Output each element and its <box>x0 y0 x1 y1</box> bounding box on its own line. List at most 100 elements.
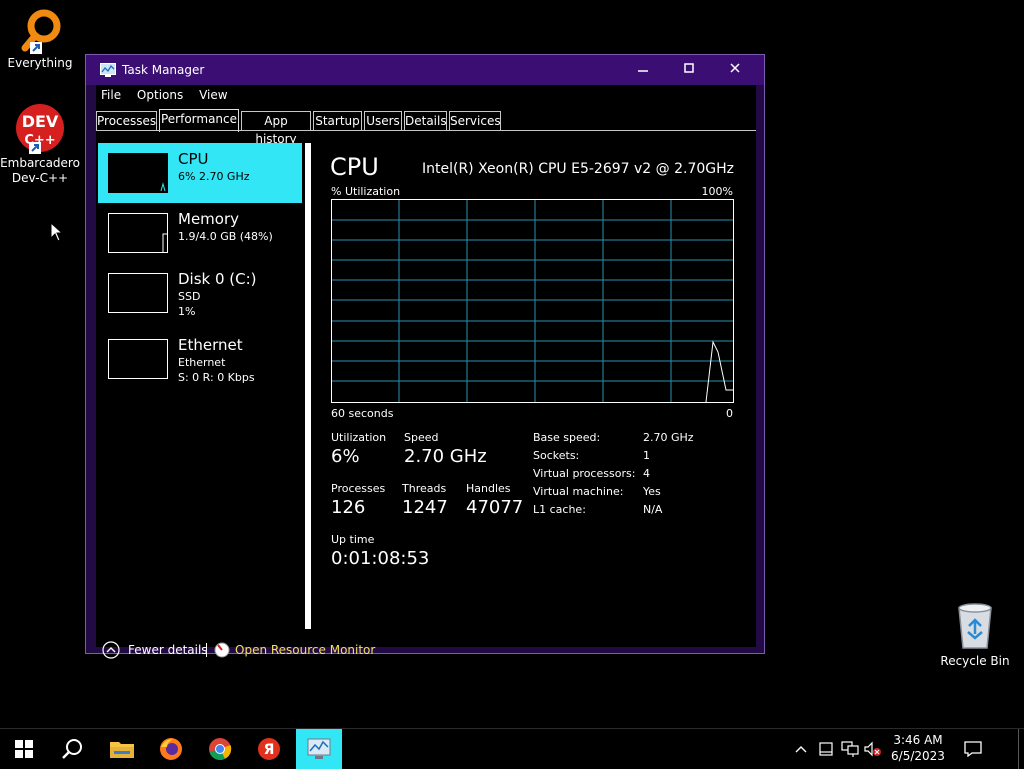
menu-options[interactable]: Options <box>136 88 184 102</box>
clock[interactable]: 3:46 AM 6/5/2023 <box>888 729 948 769</box>
spec-key: Base speed: <box>533 431 601 444</box>
memory-thumbnail-graph <box>108 213 168 253</box>
cpu-model: Intel(R) Xeon(R) CPU E5-2697 v2 @ 2.70GH… <box>422 161 734 177</box>
magnifier-icon <box>21 9 61 54</box>
search-icon <box>62 739 82 759</box>
chevron-up-icon <box>795 746 807 753</box>
taskbar-chrome[interactable] <box>196 729 244 769</box>
fewer-details-label: Fewer details <box>128 643 208 657</box>
tab-performance[interactable]: Performance <box>159 109 239 132</box>
spec-value: 4 <box>643 467 650 480</box>
menu-file[interactable]: File <box>100 88 122 102</box>
yandex-icon: Я <box>258 738 280 760</box>
graph-axis-zero: 0 <box>726 407 733 420</box>
sidebar-item-cpu[interactable]: CPU 6% 2.70 GHz <box>98 143 302 203</box>
sidebar-item-label: CPU <box>178 150 209 168</box>
volume-muted-icon <box>864 741 881 757</box>
tab-app-history[interactable]: App history <box>241 111 311 146</box>
start-button[interactable] <box>0 729 48 769</box>
cpu-thumbnail-graph <box>108 153 168 193</box>
spec-key: L1 cache: <box>533 503 586 516</box>
tab-startup[interactable]: Startup <box>313 111 362 131</box>
resource-sidebar: CPU 6% 2.70 GHz Memory 1.9/4.0 GB (48%) … <box>98 143 302 629</box>
pane-splitter[interactable] <box>305 143 311 629</box>
graph-max-label: 100% <box>701 185 733 198</box>
window-title: Task Manager <box>122 63 205 77</box>
network-icon <box>841 741 859 757</box>
sidebar-item-memory[interactable]: Memory 1.9/4.0 GB (48%) <box>98 203 302 263</box>
desktop-icon-label: Embarcadero <box>0 156 80 170</box>
search-button[interactable] <box>48 729 96 769</box>
handles-label: Handles <box>466 482 511 495</box>
spec-value: 1 <box>643 449 650 462</box>
footer-separator <box>206 643 207 657</box>
spec-key: Sockets: <box>533 449 580 462</box>
sidebar-item-detail: S: 0 R: 0 Kbps <box>178 371 255 384</box>
desktop-icon-everything[interactable]: Everything <box>0 6 80 71</box>
threads-label: Threads <box>402 482 447 495</box>
action-center-button[interactable] <box>956 729 990 769</box>
clock-time: 3:46 AM <box>893 733 943 747</box>
minimize-button[interactable] <box>620 55 666 85</box>
window-content: File Options View Processes Performance … <box>96 85 756 659</box>
resource-monitor-icon <box>214 642 230 658</box>
task-manager-icon <box>307 738 331 759</box>
sidebar-item-detail: 1% <box>178 305 196 318</box>
sidebar-item-detail: 1.9/4.0 GB (48%) <box>178 230 273 243</box>
page-title: CPU <box>330 153 379 181</box>
desktop-icon-devcpp[interactable]: DEV C++ Embarcadero Dev-C++ <box>0 104 80 186</box>
menu-bar: File Options View <box>100 88 239 102</box>
spec-key: Virtual machine: <box>533 485 624 498</box>
network-status-button[interactable] <box>839 729 861 769</box>
uptime-label: Up time <box>331 533 375 546</box>
chrome-icon <box>209 738 232 760</box>
svg-text:Я: Я <box>264 742 275 758</box>
svg-text:DEV: DEV <box>22 112 59 131</box>
recycle-bin-icon <box>958 603 992 649</box>
spec-key: Virtual processors: <box>533 467 636 480</box>
tab-users[interactable]: Users <box>364 111 402 131</box>
tray-window-icon <box>819 742 833 756</box>
processes-value: 126 <box>331 497 366 518</box>
firefox-icon <box>160 738 182 760</box>
sidebar-item-disk[interactable]: Disk 0 (C:) SSD 1% <box>98 263 302 323</box>
tab-divider <box>96 130 756 131</box>
menu-view[interactable]: View <box>198 88 228 102</box>
sidebar-item-label: Memory <box>178 210 240 228</box>
desktop-icon-recycle-bin[interactable]: Recycle Bin <box>935 602 1015 669</box>
tray-app-icon[interactable] <box>815 729 837 769</box>
spec-value: N/A <box>643 503 663 516</box>
handles-value: 47077 <box>466 497 524 518</box>
task-manager-window: Task Manager File Options View Processes… <box>85 54 765 659</box>
sidebar-item-ethernet[interactable]: Ethernet Ethernet S: 0 R: 0 Kbps <box>98 329 302 389</box>
window-footer: Fewer details Open Resource Monitor <box>102 641 502 665</box>
window-titlebar[interactable]: Task Manager <box>86 55 764 85</box>
tab-processes[interactable]: Processes <box>96 111 157 131</box>
desktop: Everything DEV C++ Embarcadero Dev-C++ R… <box>0 0 1024 728</box>
utilization-label: Utilization <box>331 431 387 444</box>
tab-details[interactable]: Details <box>404 111 447 131</box>
spec-value: 2.70 GHz <box>643 431 694 444</box>
volume-button[interactable] <box>862 729 884 769</box>
maximize-button[interactable] <box>666 55 712 85</box>
windows-logo-icon <box>15 740 33 758</box>
taskbar: Я 3:46 AM 6/5/2023 <box>0 728 1024 769</box>
taskbar-firefox[interactable] <box>147 729 195 769</box>
sidebar-item-detail: 6% 2.70 GHz <box>178 170 250 183</box>
show-hidden-icons-button[interactable] <box>790 729 812 769</box>
graph-label: % Utilization <box>331 185 401 198</box>
cpu-utilization-graph <box>331 199 734 403</box>
uptime-value: 0:01:08:53 <box>331 548 430 569</box>
taskbar-yandex[interactable]: Я <box>245 729 293 769</box>
spec-value: Yes <box>643 485 661 498</box>
show-desktop-button[interactable] <box>1018 729 1024 769</box>
devcpp-icon: DEV C++ <box>16 104 64 154</box>
taskbar-task-manager[interactable] <box>296 729 342 769</box>
resource-monitor-label: Open Resource Monitor <box>235 643 376 657</box>
processes-label: Processes <box>331 482 386 495</box>
close-button[interactable] <box>712 55 758 85</box>
taskbar-file-explorer[interactable] <box>98 729 146 769</box>
cpu-detail-panel: CPU Intel(R) Xeon(R) CPU E5-2697 v2 @ 2.… <box>322 143 742 603</box>
tab-services[interactable]: Services <box>449 111 501 131</box>
sidebar-item-label: Disk 0 (C:) <box>178 270 257 288</box>
